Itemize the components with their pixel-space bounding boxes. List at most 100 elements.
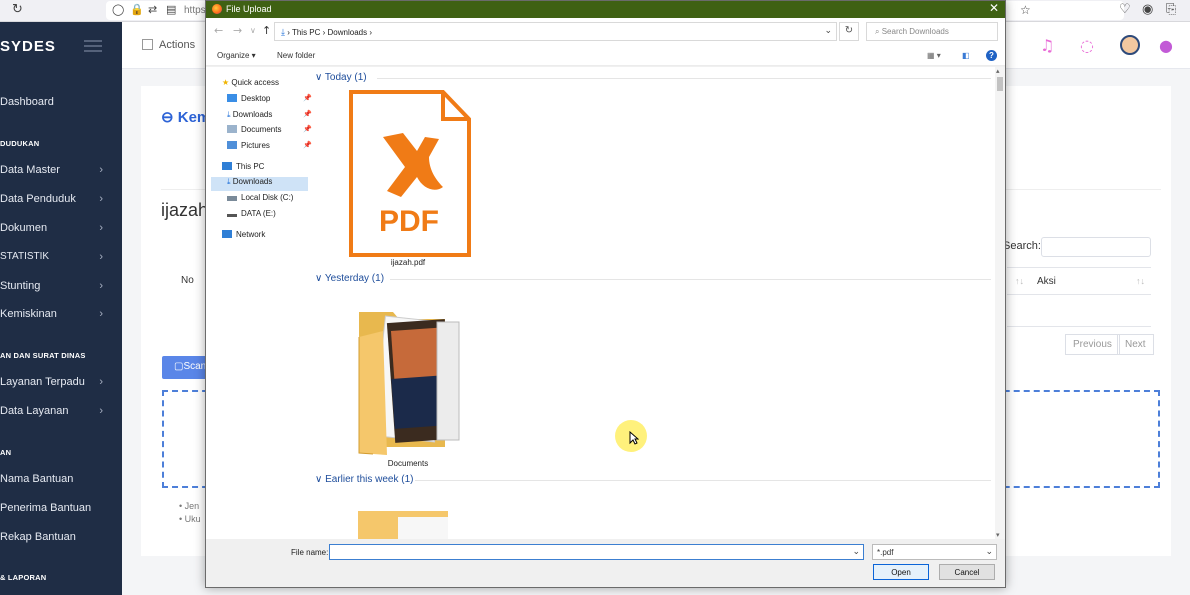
preview-pane-icon[interactable]: ◧ — [962, 51, 970, 60]
star-icon[interactable]: ☆ — [1020, 3, 1031, 17]
lock-icon[interactable]: 🔒 — [130, 3, 144, 16]
sidebar-item-stunting[interactable]: Stunting › — [0, 280, 122, 292]
sidebar-item-label: Rekap Bantuan — [0, 531, 76, 543]
sidebar-item-data-master[interactable]: Data Master › — [0, 164, 122, 176]
pin-icon: 📌 — [303, 95, 312, 102]
refresh-icon[interactable]: ↻ — [839, 22, 859, 41]
brand-logo[interactable]: SYDES — [0, 38, 56, 55]
documents-icon — [227, 125, 237, 133]
back-link[interactable]: ⊖ Kem — [161, 108, 210, 126]
view-options-icon[interactable]: ▦ ▾ — [927, 51, 941, 60]
download-icon: ⤓ — [281, 27, 285, 37]
up-arrow-icon[interactable]: ↑ — [262, 24, 271, 37]
open-button[interactable]: Open — [873, 564, 929, 580]
chevron-down-icon[interactable]: ∨ — [250, 26, 256, 35]
file-item-pdf[interactable]: PDF — [343, 89, 473, 269]
help-icon[interactable]: ? — [986, 50, 997, 61]
column-header-no[interactable]: No — [181, 275, 194, 286]
search-placeholder: Search Downloads — [881, 27, 949, 36]
chevron-down-icon[interactable]: ⌄ — [824, 25, 832, 36]
sidebar-item-label: STATISTIK — [0, 251, 50, 262]
sidebar-item-statistik[interactable]: STATISTIK › — [0, 251, 122, 263]
next-button[interactable]: Next — [1117, 334, 1154, 355]
sidebar-item-dokumen[interactable]: Dokumen › — [0, 222, 122, 234]
sidebar-item-rekap-bantuan[interactable]: Rekap Bantuan — [0, 531, 122, 543]
account-icon[interactable]: ◉ — [1142, 2, 1153, 17]
reader-icon[interactable]: ▤ — [166, 3, 176, 16]
scrollbar-thumb[interactable] — [997, 77, 1003, 91]
sidebar-item-kemiskinan[interactable]: Kemiskinan › — [0, 308, 122, 320]
scan-label: Scan — [183, 361, 207, 372]
chat-icon[interactable]: ● — [1159, 36, 1173, 55]
table-search-input[interactable] — [1041, 237, 1151, 257]
file-upload-dialog: File Upload ✕ ← → ∨ ↑ ⤓ › This PC › Down… — [205, 0, 1006, 588]
avatar[interactable] — [1120, 35, 1140, 55]
search-input[interactable]: ⌕ Search Downloads — [866, 22, 998, 41]
chevron-down-icon[interactable]: ⌄ — [852, 546, 860, 557]
sidebar-item-label: Penerima Bantuan — [0, 502, 92, 514]
menu-toggle-icon[interactable] — [84, 40, 102, 55]
previous-button[interactable]: Previous — [1065, 334, 1120, 355]
cancel-button[interactable]: Cancel — [939, 564, 995, 580]
group-header-earlier[interactable]: ∨ Earlier this week (1) — [315, 474, 991, 485]
nav-desktop[interactable]: Desktop 📌 — [227, 94, 318, 108]
settings-icon[interactable]: ◌ — [1080, 36, 1094, 55]
reload-icon[interactable]: ↻ — [12, 2, 23, 17]
back-arrow-icon[interactable]: ← — [214, 24, 223, 37]
nav-quick-access[interactable]: ★ Quick access — [222, 78, 313, 92]
vertical-scrollbar[interactable]: ▴ ▾ — [995, 67, 1005, 539]
group-header-today[interactable]: ∨ Today (1) — [315, 72, 991, 83]
close-icon[interactable]: ✕ — [989, 1, 999, 15]
sidebar-item-data-penduduk[interactable]: Data Penduduk › — [0, 193, 122, 205]
sidebar-item-label: Data Master — [0, 164, 60, 176]
sidebar-section-label: DUDUKAN — [0, 139, 40, 148]
scroll-down-icon[interactable]: ▾ — [996, 531, 1000, 539]
sidebar-item-data-layanan[interactable]: Data Layanan › — [0, 405, 122, 417]
shield-icon[interactable]: ◯ — [112, 3, 124, 16]
chevron-down-icon: ∨ — [315, 474, 326, 485]
nav-pictures[interactable]: Pictures 📌 — [227, 141, 318, 155]
chevron-down-icon: ∨ — [315, 273, 325, 284]
sidebar-item-nama-bantuan[interactable]: Nama Bantuan — [0, 473, 122, 485]
nav-documents[interactable]: Documents 📌 — [227, 125, 318, 139]
sidebar-item-label: Dashboard — [0, 96, 54, 108]
pocket-icon[interactable]: ♡ — [1119, 2, 1131, 17]
column-header-aksi[interactable]: ↑↓ Aksi ↑↓ — [1007, 267, 1151, 295]
sidebar-item-dashboard[interactable]: Dashboard — [0, 96, 122, 108]
dialog-footer: File name: ⌄ *.pdf ⌄ Open Cancel — [206, 539, 1005, 587]
drive-icon — [227, 196, 237, 201]
group-header-yesterday[interactable]: ∨ Yesterday (1) — [315, 273, 991, 284]
sidebar-section-label: AN — [0, 448, 12, 457]
chevron-down-icon[interactable]: ⌄ — [985, 546, 993, 557]
dialog-titlebar[interactable]: File Upload ✕ — [206, 1, 1005, 18]
permissions-icon[interactable]: ⇄ — [148, 3, 157, 16]
sidebar-item-layanan-terpadu[interactable]: Layanan Terpadu › — [0, 376, 122, 388]
sidebar-item-label: Kemiskinan — [0, 308, 57, 320]
extensions-icon[interactable]: ⎘ — [1166, 2, 1176, 17]
forward-arrow-icon[interactable]: → — [233, 24, 242, 37]
nav-downloads-quick[interactable]: ⤓ Downloads 📌 — [227, 110, 318, 124]
nav-this-pc[interactable]: This PC — [222, 162, 313, 176]
organize-button[interactable]: Organize ▾ — [217, 51, 256, 60]
new-folder-button[interactable]: New folder — [277, 51, 315, 60]
address-bar[interactable]: ⤓ › This PC › Downloads › ⌄ — [274, 22, 837, 41]
folder-icon — [358, 312, 460, 455]
nav-data-e[interactable]: DATA (E:) — [227, 209, 318, 223]
folder-item-documents[interactable] — [353, 307, 468, 457]
nav-downloads-pc[interactable]: ⤓ Downloads — [211, 177, 308, 191]
nav-network[interactable]: Network — [222, 230, 313, 244]
sidebar-item-penerima-bantuan[interactable]: Penerima Bantuan — [0, 502, 122, 514]
scan-button[interactable]: ▢Scan — [162, 356, 210, 379]
scroll-up-icon[interactable]: ▴ — [996, 67, 1000, 75]
file-name-input[interactable]: ⌄ — [329, 544, 864, 560]
page-title: ijazah — [161, 200, 209, 220]
bell-icon[interactable]: ♫ — [1040, 36, 1054, 55]
pdf-badge: PDF — [379, 205, 439, 238]
file-type-filter[interactable]: *.pdf ⌄ — [872, 544, 997, 560]
url-text[interactable]: https — [184, 5, 206, 16]
actions-button[interactable]: Actions — [142, 39, 195, 51]
folder-item-partial[interactable] — [358, 511, 448, 539]
breadcrumb[interactable]: ⤓ › This PC › Downloads › — [281, 27, 372, 38]
search-label: Search: — [1003, 240, 1041, 252]
nav-local-disk[interactable]: Local Disk (C:) — [227, 193, 318, 207]
